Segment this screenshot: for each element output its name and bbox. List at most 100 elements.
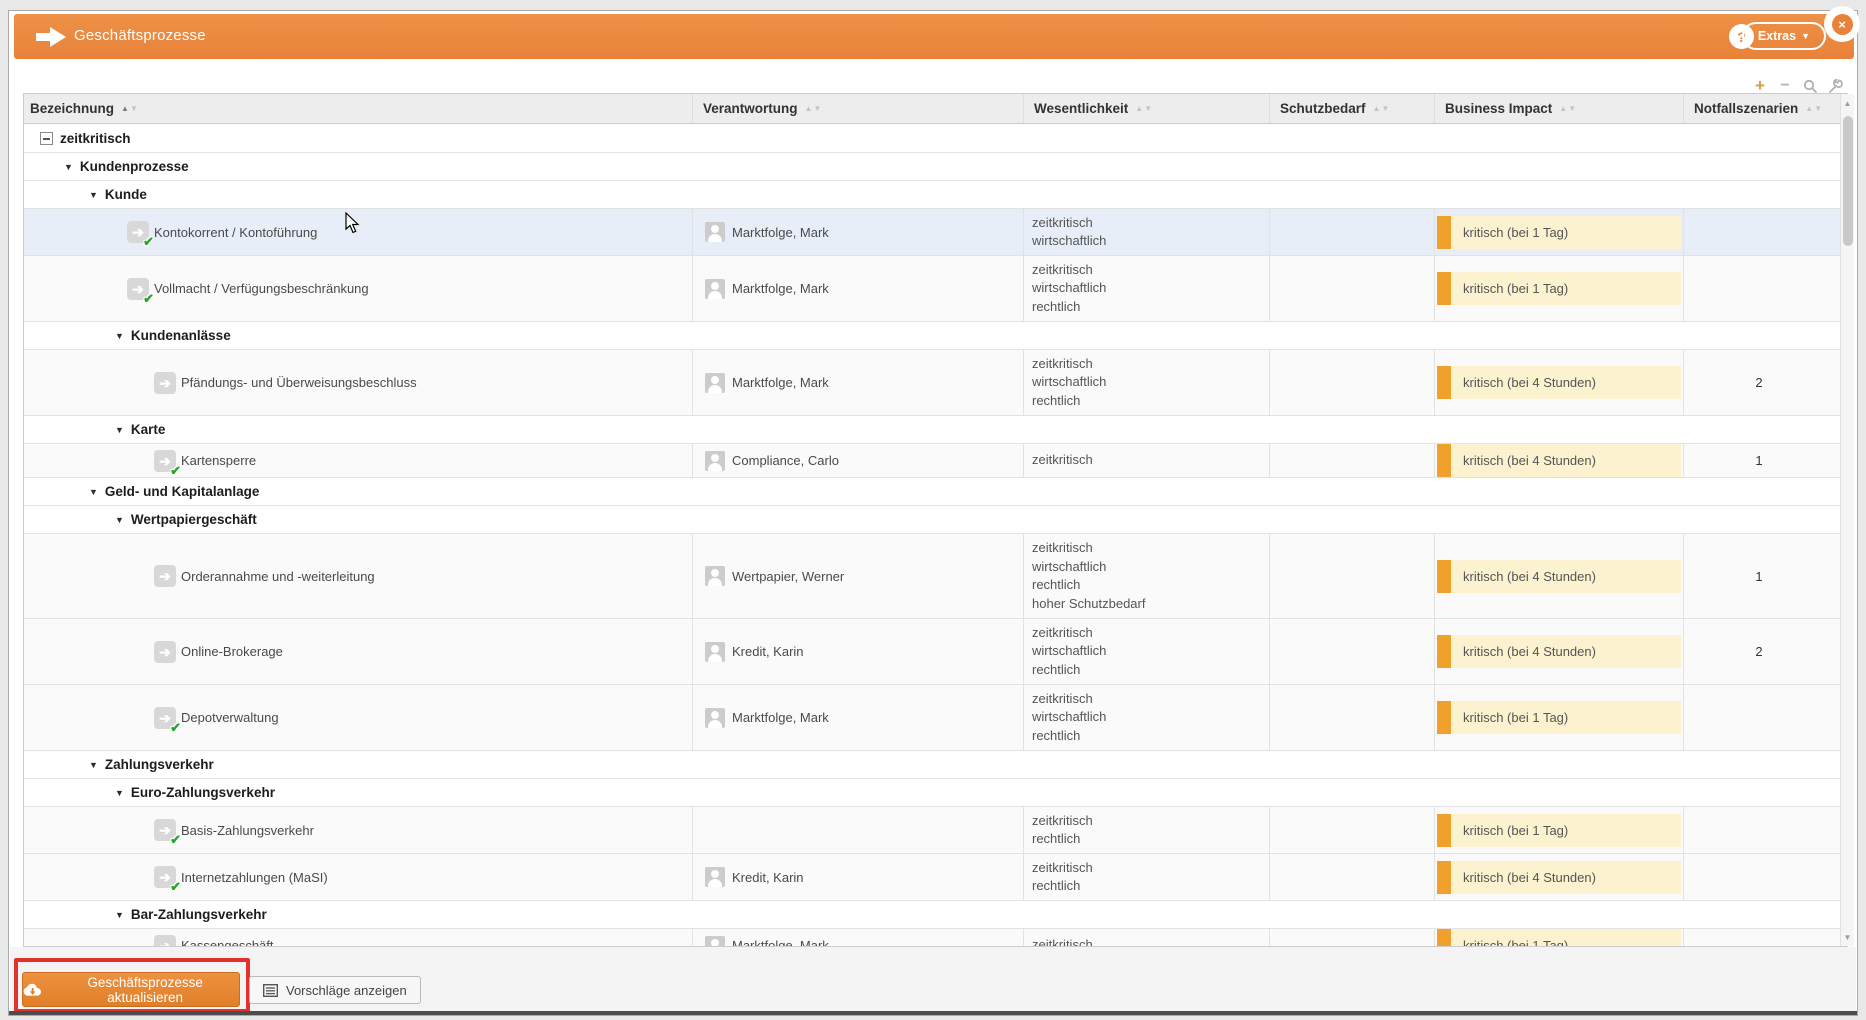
scrollbar-thumb[interactable]: [1842, 116, 1853, 246]
tree-group-row[interactable]: ▼ Kundenanlässe: [24, 322, 1847, 350]
footer-bar: Geschäftsprozesse aktualisieren Vorschlä…: [10, 947, 1856, 1013]
column-header-schutzbedarf[interactable]: Schutzbedarf ▲ ▼: [1270, 94, 1435, 123]
extras-button[interactable]: Extras ▼: [1741, 22, 1826, 50]
impact-badge: kritisch (bei 4 Stunden): [1437, 635, 1681, 668]
process-table: Bezeichnung ▲ ▼ Verantwortung ▲ ▼ Wesentlichke…: [23, 93, 1848, 947]
process-row[interactable]: ➔ Kassengeschäft Marktfolge, Mark zeitkriti…: [24, 929, 1847, 946]
module-header: Geschäftsprozesse ? Extras ▼ ×: [14, 6, 1860, 59]
scenario-count: [1684, 209, 1834, 255]
collapse-triangle-icon[interactable]: ▼: [115, 515, 124, 525]
impact-severity-bar: [1437, 559, 1451, 593]
sort-arrows-icon[interactable]: ▲ ▼: [1373, 104, 1390, 113]
checked-icon: ✔: [170, 462, 181, 478]
person-icon: [705, 278, 725, 299]
column-header-bezeichnung[interactable]: Bezeichnung ▲ ▼: [24, 94, 693, 123]
collapse-triangle-icon[interactable]: ▼: [89, 760, 98, 770]
process-row[interactable]: ➔ ✔ Kartensperre Compliance, Carlo zeitkriti…: [24, 444, 1847, 478]
impact-badge: kritisch (bei 4 Stunden): [1437, 860, 1681, 894]
sort-arrows-icon[interactable]: ▲ ▼: [1559, 104, 1576, 113]
tree-group-row[interactable]: ▼ Wertpapiergeschäft: [24, 506, 1847, 534]
group-label: Bar-Zahlungsverkehr: [130, 907, 267, 922]
group-label: Karte: [130, 422, 166, 437]
collapse-triangle-icon[interactable]: ▼: [115, 910, 124, 920]
materiality-list: zeitkritisch wirtschaftlich: [1032, 214, 1107, 249]
collapse-minus-icon[interactable]: [40, 131, 53, 145]
group-label: Kundenanlässe: [130, 328, 231, 343]
tree-group-row[interactable]: ▼ Kundenprozesse: [24, 153, 1847, 181]
tree-group-row[interactable]: ▼ Euro-Zahlungsverkehr: [24, 779, 1847, 807]
scenario-count: 1: [1755, 453, 1763, 468]
process-row[interactable]: ➔ Orderannahme und -weiterleitung Wertpapi…: [24, 534, 1847, 619]
checked-icon: ✔: [170, 719, 181, 735]
collapse-triangle-icon[interactable]: ▼: [64, 162, 73, 172]
sort-arrows-icon[interactable]: ▲ ▼: [805, 104, 822, 113]
tree-group-row[interactable]: ▼ Geld- und Kapitalanlage: [24, 478, 1847, 506]
column-header-business_impact[interactable]: Business Impact ▲ ▼: [1435, 94, 1684, 123]
process-row[interactable]: ➔ ✔ Depotverwaltung Marktfolge, Mark zeitkri…: [24, 685, 1847, 751]
scenario-count: [1684, 807, 1834, 853]
process-icon: ➔: [154, 565, 176, 587]
scroll-down-icon[interactable]: ▼: [1841, 930, 1854, 944]
sort-arrows-icon[interactable]: ▲ ▼: [1805, 104, 1822, 113]
person-icon: [705, 222, 725, 242]
impact-severity-bar: [1437, 701, 1451, 734]
impact-severity-bar: [1437, 444, 1451, 477]
collapse-triangle-icon[interactable]: ▼: [89, 487, 98, 497]
responsible-person: Marktfolge, Mark: [732, 375, 829, 390]
process-row[interactable]: ➔ ✔ Basis-Zahlungsverkehr zeitkritisch recht…: [24, 807, 1847, 854]
collapse-triangle-icon[interactable]: ▼: [115, 788, 124, 798]
collapse-triangle-icon[interactable]: ▼: [115, 425, 124, 435]
process-row[interactable]: ➔ ✔ Internetzahlungen (MaSI) Kredit, Karin z…: [24, 854, 1847, 901]
tree-group-row[interactable]: ▼ Zahlungsverkehr: [24, 751, 1847, 779]
scroll-up-icon[interactable]: ▲: [1841, 96, 1854, 110]
tree-group-row[interactable]: ▼ Bar-Zahlungsverkehr: [24, 901, 1847, 929]
impact-badge: kritisch (bei 4 Stunden): [1437, 559, 1681, 593]
update-processes-button[interactable]: Geschäftsprozesse aktualisieren: [22, 972, 240, 1007]
collapse-triangle-icon[interactable]: ▼: [115, 331, 124, 341]
tree-group-row[interactable]: zeitkritisch: [24, 124, 1847, 153]
close-icon[interactable]: ×: [1831, 13, 1853, 35]
chevron-down-icon: ▼: [1801, 31, 1810, 41]
tree-group-row[interactable]: ▼ Kunde: [24, 181, 1847, 209]
process-icon: ➔ ✔: [154, 819, 181, 847]
column-header-verantwortung[interactable]: Verantwortung ▲ ▼: [693, 94, 1024, 123]
group-label: Geld- und Kapitalanlage: [104, 484, 260, 499]
impact-severity-bar: [1437, 860, 1451, 894]
sort-arrows-icon[interactable]: ▲ ▼: [1135, 104, 1152, 113]
person-icon: [705, 450, 725, 471]
protection-need-cell: [1270, 685, 1435, 750]
responsible-person: Marktfolge, Mark: [732, 224, 829, 240]
sort-arrows-icon[interactable]: ▲ ▼: [121, 104, 138, 113]
impact-label: kritisch (bei 1 Tag): [1463, 938, 1569, 946]
scenario-count: [1684, 685, 1834, 750]
column-label: Bezeichnung: [30, 101, 115, 116]
impact-severity-bar: [1437, 215, 1451, 249]
process-row[interactable]: ➔ Online-Brokerage Kredit, Karin zeitkritis…: [24, 619, 1847, 685]
process-row[interactable]: ➔ ✔ Kontokorrent / Kontoführung Marktfolge,…: [24, 209, 1847, 256]
remove-icon[interactable]: −: [1777, 77, 1793, 94]
table-body: zeitkritisch ▼ Kundenprozesse ▼ Kunde ➔ ✔ Konto…: [24, 124, 1847, 946]
settings-wrench-icon[interactable]: [1827, 78, 1843, 94]
responsible-person: Wertpapier, Werner: [732, 568, 845, 584]
process-name: Depotverwaltung: [181, 710, 279, 725]
responsible-person: Marktfolge, Mark: [732, 281, 829, 296]
column-label: Notfallszenarien: [1694, 101, 1799, 116]
impact-label: kritisch (bei 1 Tag): [1463, 224, 1569, 240]
add-icon[interactable]: +: [1752, 76, 1768, 95]
impact-label: kritisch (bei 4 Stunden): [1463, 568, 1596, 584]
process-row[interactable]: ➔ ✔ Vollmacht / Verfügungsbeschränkung Mark…: [24, 256, 1847, 322]
materiality-list: zeitkritisch wirtschaftlich rechtlich: [1032, 624, 1107, 677]
tree-group-row[interactable]: ▼ Karte: [24, 416, 1847, 444]
column-header-notfallszenarien[interactable]: Notfallszenarien ▲ ▼: [1684, 94, 1834, 123]
process-row[interactable]: ➔ Pfändungs- und Überweisungsbeschluss Mar…: [24, 350, 1847, 416]
impact-label: kritisch (bei 4 Stunden): [1463, 453, 1596, 468]
materiality-list: zeitkritisch rechtlich: [1032, 859, 1093, 894]
materiality-list: zeitkritisch: [1032, 937, 1093, 946]
impact-severity-bar: [1437, 929, 1451, 946]
collapse-triangle-icon[interactable]: ▼: [89, 190, 98, 200]
vertical-scrollbar[interactable]: ▲ ▼: [1840, 94, 1854, 946]
column-header-wesentlichkeit[interactable]: Wesentlichkeit ▲ ▼: [1024, 94, 1270, 123]
search-icon[interactable]: [1802, 78, 1818, 94]
responsible-person: Kredit, Karin: [732, 869, 804, 885]
show-suggestions-button[interactable]: Vorschläge anzeigen: [249, 976, 421, 1004]
